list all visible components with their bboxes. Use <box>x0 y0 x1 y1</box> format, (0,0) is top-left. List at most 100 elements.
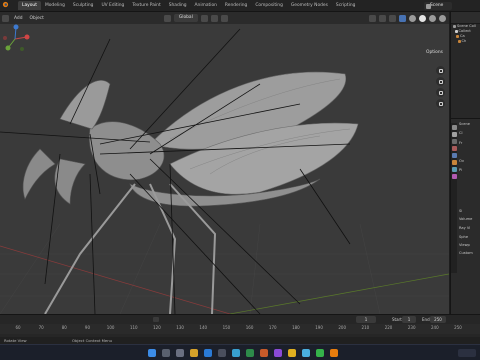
app-purple-icon[interactable] <box>274 349 282 357</box>
grid-icon[interactable] <box>436 99 445 108</box>
frame-tick-label: 200 <box>338 325 347 330</box>
render-tab-icon[interactable] <box>451 132 457 137</box>
gizmo-toggle-icon[interactable] <box>379 14 386 22</box>
system-tray[interactable] <box>458 349 476 357</box>
app-orange-icon[interactable] <box>260 349 268 357</box>
properties-section[interactable]: Custom <box>459 251 473 255</box>
workspace-tab-uv-editing[interactable]: UV Editing <box>97 1 128 10</box>
search-icon[interactable] <box>162 349 170 357</box>
workspace-tab-texture-paint[interactable]: Texture Paint <box>128 1 164 10</box>
frame-tick-label: 140 <box>199 325 208 330</box>
properties-section[interactable]: Volume <box>459 217 472 221</box>
navigation-gizmo[interactable] <box>0 24 30 54</box>
workspace-tab-sculpting[interactable]: Sculpting <box>69 1 98 10</box>
telegram-icon[interactable] <box>302 349 310 357</box>
viewport-header: Add Object Global <box>0 12 449 24</box>
frame-tick-label: 230 <box>407 325 416 330</box>
x-axis-line <box>0 245 231 314</box>
tool-tab-icon[interactable] <box>451 125 457 130</box>
material-shading-icon[interactable] <box>429 14 436 22</box>
object-menu[interactable]: Object <box>28 16 46 21</box>
collection-icon <box>453 24 456 28</box>
menu-file[interactable] <box>10 1 18 10</box>
material-tab-icon[interactable] <box>451 174 457 179</box>
whatsapp-icon[interactable] <box>316 349 324 357</box>
status-left: Rotate View <box>4 338 27 343</box>
frame-tick-label: 80 <box>61 325 67 330</box>
output-tab-icon[interactable] <box>451 139 457 144</box>
current-frame-field[interactable]: 1 <box>356 316 376 323</box>
head-crest <box>59 80 111 130</box>
workspace-tab-scripting[interactable]: Scripting <box>332 1 360 10</box>
properties-section[interactable]: Pi <box>459 168 462 172</box>
snap-icon[interactable] <box>210 14 218 22</box>
transform-orientation-icon[interactable] <box>163 14 171 22</box>
orientation-dropdown[interactable]: Global <box>173 14 198 22</box>
workspace-tab-animation[interactable]: Animation <box>191 1 221 10</box>
properties-section[interactable]: Si <box>459 209 462 213</box>
workspace-tab-rendering[interactable]: Rendering <box>221 1 251 10</box>
3d-viewport[interactable]: Options <box>0 24 449 314</box>
hand-icon[interactable] <box>436 77 445 86</box>
frame-tick-label: 70 <box>38 325 44 330</box>
start-label: Start <box>392 317 402 322</box>
scene-name: Scene <box>430 3 444 8</box>
properties-section[interactable]: Fr <box>459 141 462 145</box>
scene-render <box>0 28 449 314</box>
properties-section[interactable]: Cl <box>459 131 463 135</box>
blender-logo-icon[interactable] <box>0 1 10 10</box>
edge-icon[interactable] <box>204 349 212 357</box>
scene-selector[interactable]: Scene <box>424 2 452 10</box>
visibility-icon[interactable] <box>369 14 376 22</box>
body <box>89 121 165 181</box>
world-tab-icon[interactable] <box>451 153 457 158</box>
modifier-tab-icon[interactable] <box>451 167 457 172</box>
properties-section[interactable]: Ov <box>459 159 464 163</box>
object-tab-icon[interactable] <box>451 160 457 165</box>
end-label: End <box>422 317 430 322</box>
chrome-icon[interactable] <box>288 349 296 357</box>
workspace-tab-modeling[interactable]: Modeling <box>41 1 69 10</box>
app-icon[interactable] <box>218 349 226 357</box>
outliner-row[interactable]: Ch <box>451 39 480 44</box>
frame-tick-label: 250 <box>454 325 462 330</box>
xray-icon[interactable] <box>399 14 406 22</box>
start-frame-field[interactable]: 1 <box>402 316 416 323</box>
task-view-icon[interactable] <box>176 349 184 357</box>
camera-icon[interactable] <box>436 88 445 97</box>
windows-start-icon[interactable] <box>148 349 156 357</box>
solid-shading-icon[interactable] <box>419 14 426 22</box>
workspace-tab-shading[interactable]: Shading <box>165 1 191 10</box>
zoom-icon[interactable] <box>436 66 445 75</box>
properties-section[interactable]: Viewp <box>459 243 470 247</box>
os-taskbar <box>0 344 480 360</box>
frame-ruler[interactable]: 60 70 80 90 100 110 120 130 140 150 160 170 180 190 20… <box>0 324 480 334</box>
overlay-toggle-icon[interactable] <box>389 14 396 22</box>
blender-taskbar-icon[interactable] <box>330 349 338 357</box>
scene-tab-icon[interactable] <box>451 146 457 151</box>
pivot-icon[interactable] <box>200 14 208 22</box>
end-frame-field[interactable]: 250 <box>430 316 446 323</box>
status-bar: Rotate View Object Context Menu <box>0 337 480 344</box>
options-dropdown[interactable]: Options <box>426 50 443 55</box>
workspace-tab-compositing[interactable]: Compositing <box>251 1 287 10</box>
properties-section[interactable]: Ray Vi <box>459 226 470 230</box>
outliner-header <box>451 12 480 24</box>
file-explorer-icon[interactable] <box>190 349 198 357</box>
play-button[interactable] <box>153 317 159 322</box>
add-menu[interactable]: Add <box>12 16 25 21</box>
properties-section[interactable]: Sphe <box>459 235 468 239</box>
app-green-icon[interactable] <box>246 349 254 357</box>
frame-tick-label: 180 <box>292 325 300 330</box>
rendered-shading-icon[interactable] <box>439 14 446 22</box>
workspace-tab-geometry-nodes[interactable]: Geometry Nodes <box>287 1 332 10</box>
editor-type-icon[interactable] <box>2 14 9 22</box>
workspace-tab-layout[interactable]: Layout <box>18 1 41 10</box>
scene-icon <box>425 3 431 9</box>
outliner-row-label: Ch <box>461 39 467 43</box>
wireframe-shading-icon[interactable] <box>409 14 416 22</box>
proportional-edit-icon[interactable] <box>220 14 228 22</box>
store-icon[interactable] <box>232 349 240 357</box>
frame-tick-label: 190 <box>315 325 323 330</box>
outliner-panel: Scene Coll Collect Ca Ch <box>450 12 480 118</box>
